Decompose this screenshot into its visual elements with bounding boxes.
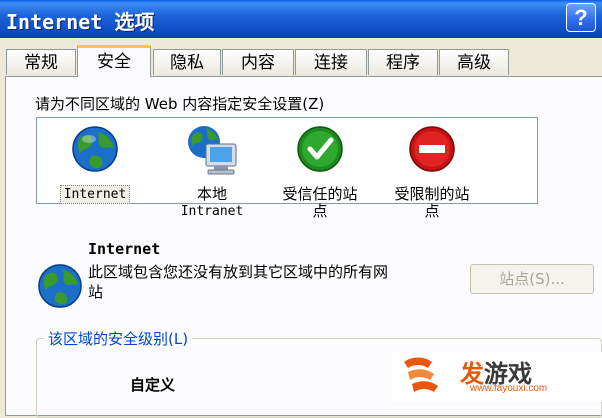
globe-icon	[72, 126, 118, 172]
tab-advanced[interactable]: 高级	[439, 49, 509, 75]
window-title: Internet 选项	[6, 10, 155, 34]
tab-programs[interactable]: 程序	[368, 49, 438, 75]
selected-zone-globe-icon	[38, 264, 82, 308]
watermark-logo	[404, 357, 438, 392]
security-level-name: 自定义	[130, 376, 176, 394]
zone-trusted-label-2: 点	[312, 202, 328, 220]
tab-security[interactable]: 安全	[77, 45, 151, 77]
selected-zone-description: 此区域包含您还没有放到其它区域中的所有网站	[88, 263, 389, 301]
green-check-icon	[297, 126, 343, 172]
security-level-label: 该区域的安全级别(L)	[44, 328, 193, 349]
tab-content[interactable]: 内容	[222, 49, 294, 75]
zone-local-intranet[interactable]: 本地 Intranet	[181, 124, 243, 219]
zone-restricted-sites[interactable]: 受限制的站 点	[394, 124, 470, 220]
computer-globe-icon	[188, 126, 237, 175]
watermark-url: www.fayouxi.com	[470, 383, 548, 394]
tab-connections[interactable]: 连接	[295, 49, 367, 75]
zone-list: Internet 本地 Intranet 受信任的站 点 受限制的站 点	[36, 117, 538, 220]
zone-intranet-label-1: 本地	[196, 185, 227, 203]
red-no-entry-icon	[409, 126, 455, 172]
zone-trusted-sites[interactable]: 受信任的站 点	[282, 124, 358, 220]
tab-general[interactable]: 常规	[6, 49, 76, 75]
zone-intranet-label-2: Intranet	[180, 204, 244, 219]
zone-restricted-label-1: 受限制的站	[394, 185, 470, 203]
zone-prompt: 请为不同区域的 Web 内容指定安全设置(Z)	[35, 95, 325, 113]
zone-trusted-label-1: 受信任的站	[282, 185, 358, 203]
selected-zone-title: Internet	[88, 240, 161, 258]
tab-privacy[interactable]: 隐私	[153, 49, 221, 75]
help-button[interactable]: ?	[566, 3, 596, 32]
sites-button[interactable]: 站点(S)...	[470, 264, 594, 294]
zone-internet[interactable]: Internet	[59, 124, 131, 204]
zone-restricted-label-2: 点	[424, 202, 440, 220]
zone-internet-label: Internet	[59, 185, 131, 204]
